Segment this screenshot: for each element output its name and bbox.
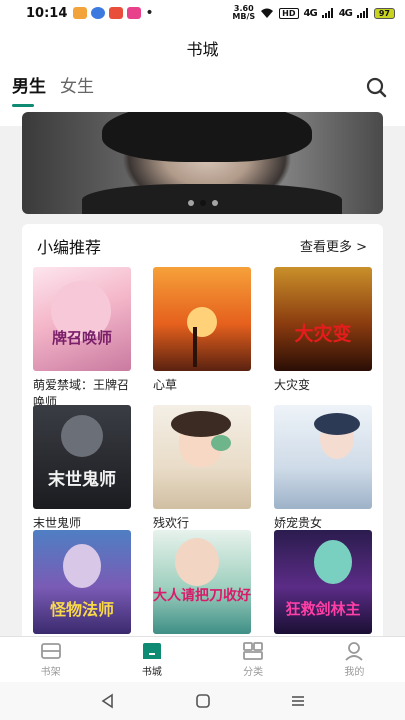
gender-tabs: 男生 女生 [12,72,94,107]
nav-bookstore[interactable]: 书城 [101,637,202,682]
nav-label: 书架 [40,667,61,678]
book-cover: 牌召唤师 [33,267,131,371]
nav-label: 书城 [141,667,162,678]
cover-title: 大人请把刀收好 [153,588,251,604]
book-cover [274,405,372,509]
back-icon[interactable] [100,693,116,709]
wifi-icon [261,8,274,18]
carousel-dot [187,200,194,206]
book-cover [153,267,251,371]
menu-icon[interactable] [290,693,306,709]
app-notification-icon [109,7,124,19]
nav-bookshelf[interactable]: 书架 [0,637,101,682]
notification-icons: • [73,5,154,21]
cover-title: 狂救剑林主 [285,600,361,618]
signal-icon: 4G [338,7,353,19]
profile-icon [345,642,364,661]
banner-image-detail [102,112,312,162]
search-icon[interactable] [365,76,387,98]
book-cover: 末世鬼师 [33,405,131,509]
signal-bars-icon [321,8,333,18]
app-notification-icon [73,7,88,19]
book-card[interactable]: 心草 [153,267,251,394]
carousel-dot-active [199,200,206,206]
cover-title: 怪物法师 [49,600,114,619]
book-card[interactable]: 末世鬼师 末世鬼师 [33,405,131,532]
nav-category[interactable]: 分类 [203,637,304,682]
nav-label: 我的 [344,667,365,678]
book-card[interactable]: 娇宠贵女 [274,405,372,532]
tab-female[interactable]: 女生 [60,72,94,107]
page-title: 书城 [186,40,219,59]
status-indicators: 3.60 MB/S HD 4G 4G 97 [232,5,395,21]
book-card[interactable]: 残欢行 [153,405,251,532]
signal-icon: 4G [303,7,318,19]
bookshelf-icon [40,643,61,659]
book-title: 大灾变 [274,378,311,392]
app-notification-icon [91,7,106,19]
status-bar: 10:14 • 3.60 MB/S HD 4G 4G 97 [0,0,405,26]
nav-profile[interactable]: 我的 [304,637,405,682]
book-cover: 大人请把刀收好 [153,530,251,634]
home-icon[interactable] [195,693,211,709]
book-card[interactable]: 狂救剑林主 [274,530,372,634]
book-card[interactable]: 大灾变 大灾变 [274,267,372,394]
signal-bars-icon [356,8,368,18]
cover-title: 牌召唤师 [51,329,112,347]
bottom-nav: 书架 书城 分类 我的 [0,636,405,682]
system-nav-bar [0,682,405,720]
nav-label: 分类 [243,667,264,678]
cover-title: 大灾变 [294,323,352,345]
carousel-dot [211,200,218,206]
cover-title: 末世鬼师 [48,470,116,490]
hd-badge: HD [279,7,299,19]
book-cover: 怪物法师 [33,530,131,634]
book-card[interactable]: 怪物法师 [33,530,131,634]
battery-icon: 97 [373,7,395,19]
banner-image-detail [82,184,342,214]
book-cover: 大灾变 [274,267,372,371]
featured-banner[interactable] [22,112,383,214]
category-icon [243,642,264,660]
book-card[interactable]: 大人请把刀收好 [153,530,251,634]
app-notification-icon [127,7,142,19]
app-header: 书城 男生 女生 [0,26,405,126]
bookstore-icon [142,643,161,659]
section-title: 小编推荐 [37,238,102,257]
book-card[interactable]: 牌召唤师 萌爱禁域：王牌召唤师 [33,267,131,411]
book-cover: 狂救剑林主 [274,530,372,634]
status-dot: • [145,5,154,21]
status-time: 10:14 [26,5,68,21]
network-speed: 3.60 MB/S [232,5,255,21]
tab-male[interactable]: 男生 [12,72,46,107]
speed-unit: MB/S [232,12,256,21]
carousel-indicator [187,200,218,206]
view-more-link[interactable]: 查看更多 > [300,236,367,255]
editor-recommend-section: 小编推荐 查看更多 > 牌召唤师 萌爱禁域：王牌召唤师 心草 大灾变 大灾变 末… [22,224,383,644]
book-title: 心草 [153,378,178,392]
book-cover [153,405,251,509]
